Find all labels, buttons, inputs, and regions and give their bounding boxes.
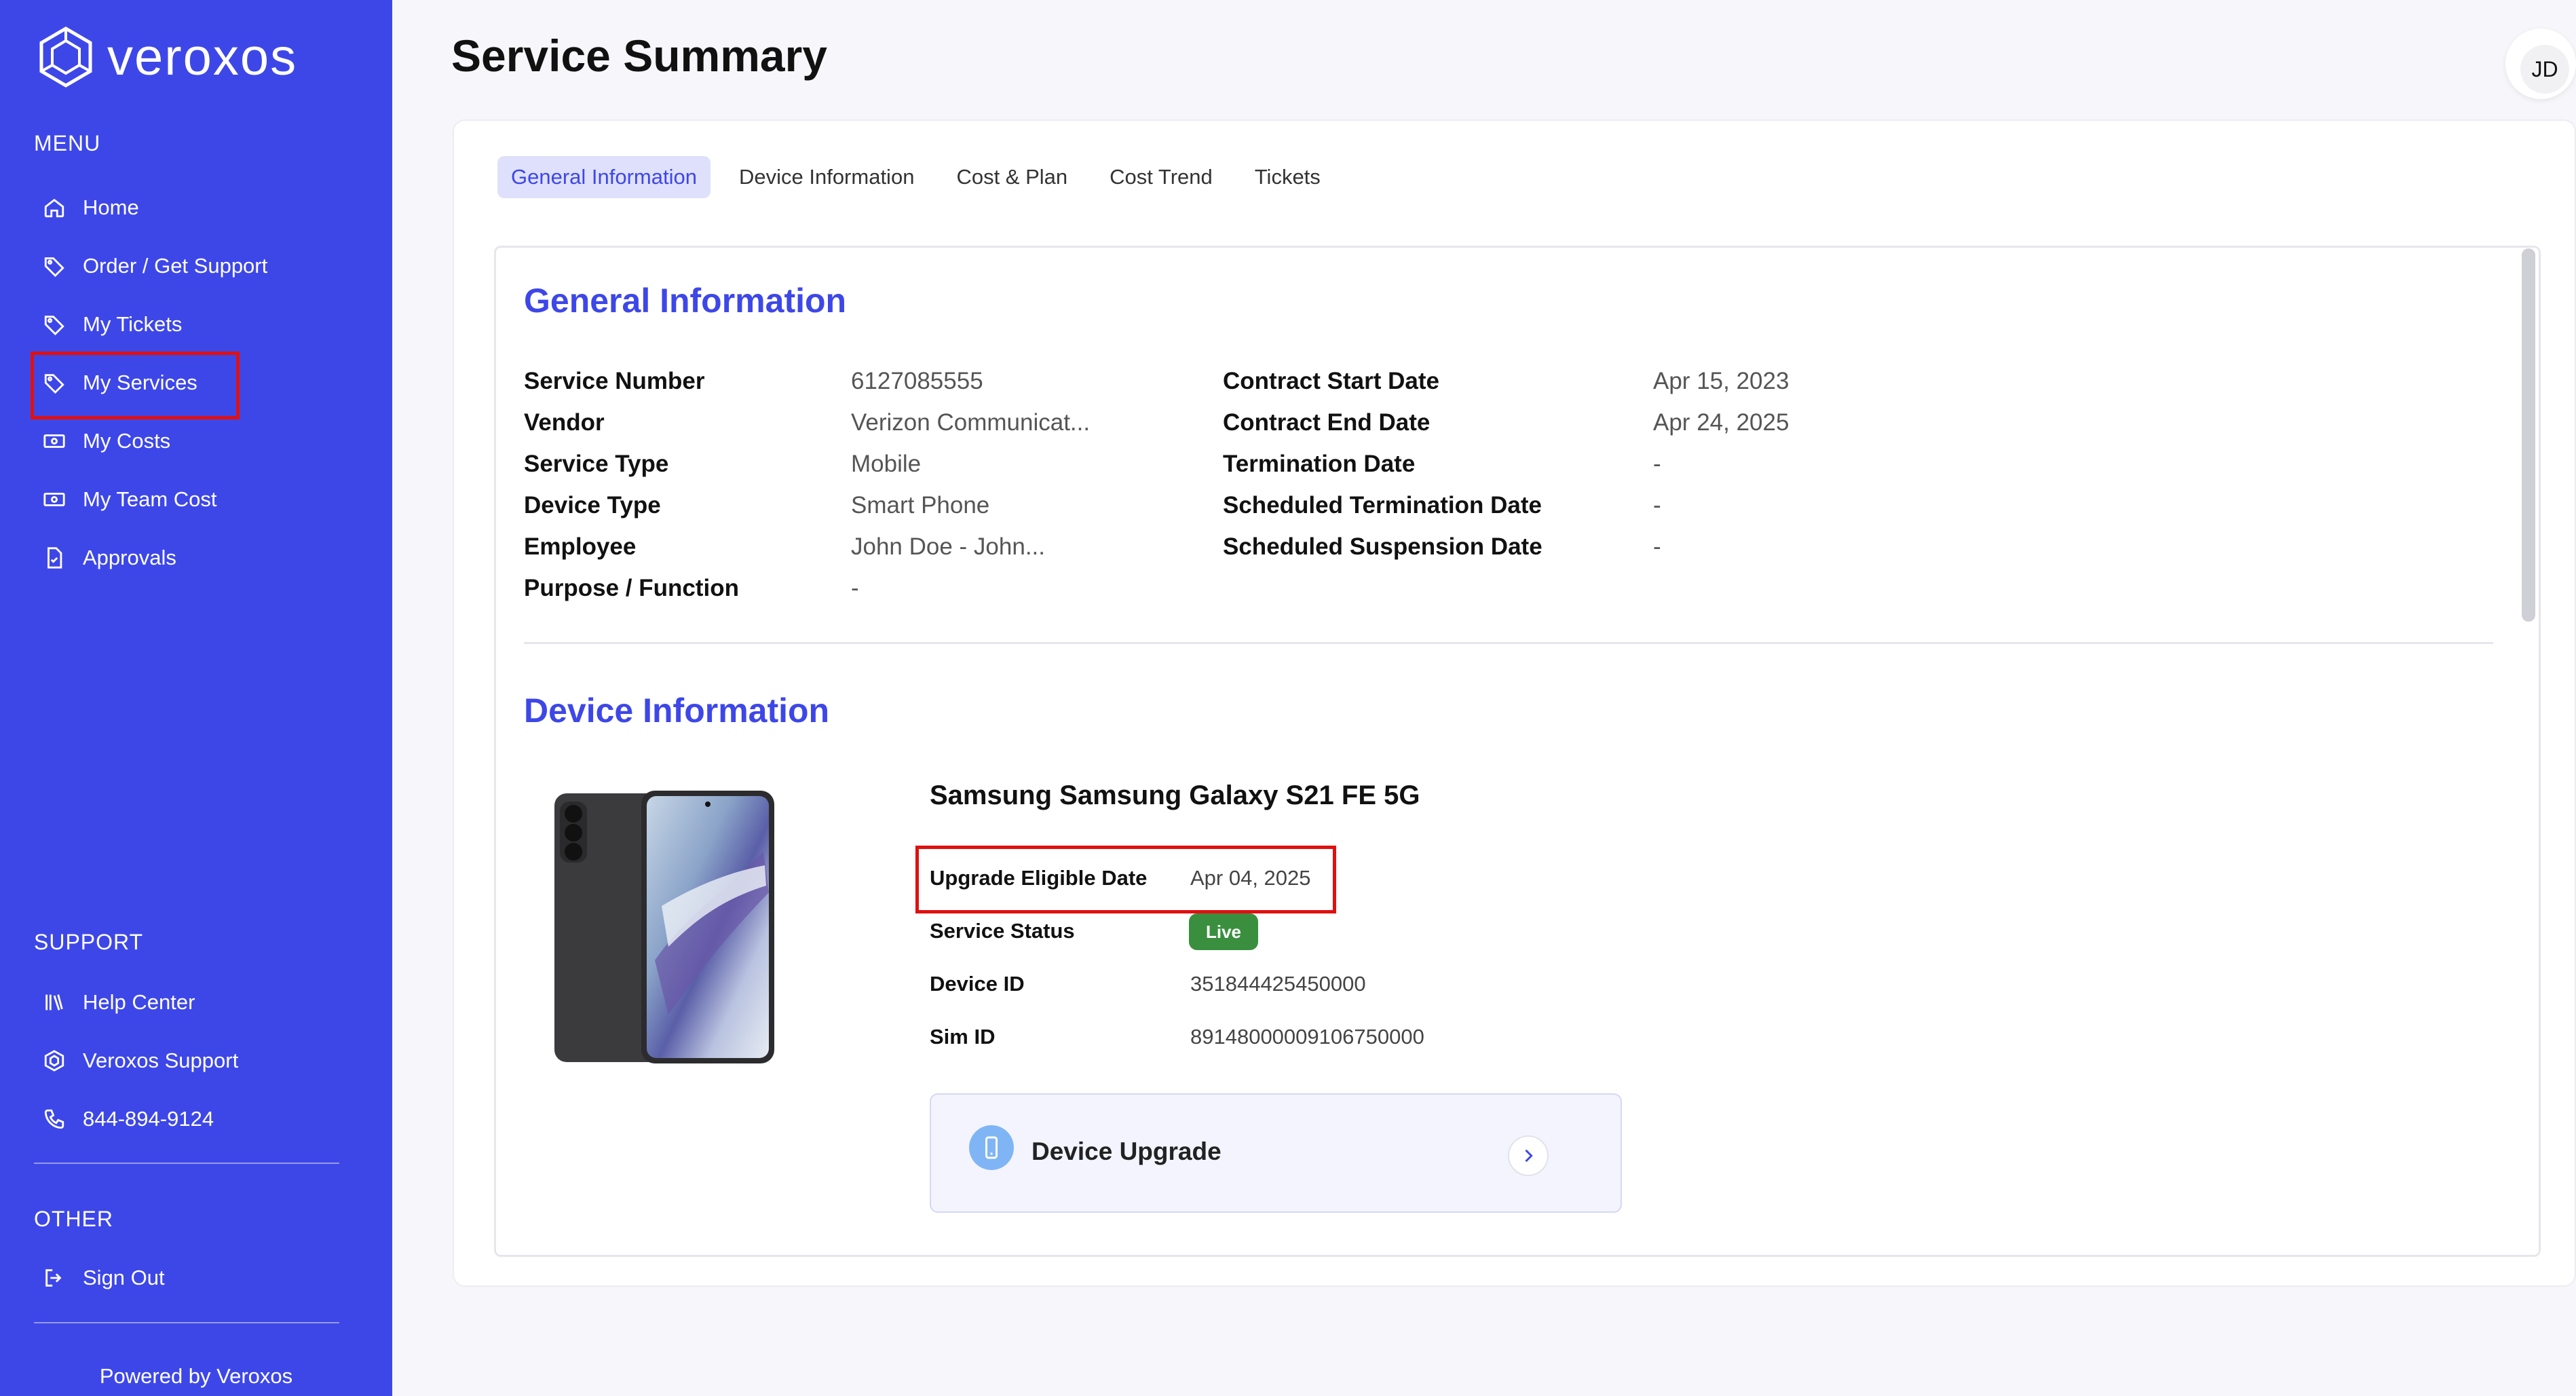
scheduled-suspension-date-label: Scheduled Suspension Date (1223, 533, 1542, 560)
document-icon (41, 544, 68, 571)
device-id-label: Device ID (930, 972, 1025, 996)
service-type-value: Mobile (851, 451, 922, 477)
device-id-value: 351844425450000 (1190, 972, 1366, 996)
tab-bar: General Information Device Information C… (497, 156, 1349, 198)
termination-date-value: - (1653, 451, 1661, 477)
sidebar-item-veroxos-support[interactable]: Veroxos Support (41, 1038, 238, 1084)
vendor-value: Verizon Communicat... (851, 409, 1091, 436)
scrollbar[interactable] (2522, 248, 2535, 622)
logo[interactable]: veroxos (38, 26, 297, 88)
device-upgrade-label: Device Upgrade (1031, 1137, 1221, 1165)
tag-icon (41, 252, 68, 280)
menu-section-title: MENU (34, 131, 101, 155)
home-icon (41, 194, 68, 221)
sidebar: veroxos MENU Home Order / Get Support My… (0, 0, 392, 1396)
powered-by: Powered by Veroxos (99, 1364, 293, 1388)
contract-end-date-value: Apr 24, 2025 (1653, 409, 1789, 436)
sidebar-item-label: Approvals (83, 546, 176, 569)
purpose-function-value: - (851, 575, 859, 601)
device-type-value: Smart Phone (851, 492, 990, 518)
sidebar-item-home[interactable]: Home (41, 185, 139, 231)
vendor-label: Vendor (524, 409, 605, 436)
contract-start-date-label: Contract Start Date (1223, 368, 1439, 394)
service-number-label: Service Number (524, 368, 705, 394)
phone-icon (41, 1106, 68, 1133)
page-title: Service Summary (451, 31, 828, 81)
money-icon (41, 428, 68, 455)
my-services-highlight (31, 352, 240, 419)
upgrade-eligible-highlight (915, 846, 1336, 913)
sign-out-icon (41, 1264, 68, 1291)
sidebar-divider (34, 1163, 339, 1164)
device-upgrade-card[interactable]: Device Upgrade (930, 1093, 1622, 1213)
tab-cost-plan[interactable]: Cost & Plan (943, 156, 1081, 198)
avatar-initials: JD (2520, 45, 2569, 94)
scheduled-suspension-date-value: - (1653, 533, 1661, 560)
sidebar-item-label: 844-894-9124 (83, 1107, 214, 1131)
sidebar-item-label: Sign Out (83, 1266, 165, 1289)
tag-icon (41, 311, 68, 338)
service-type-label: Service Type (524, 451, 669, 477)
sim-id-label: Sim ID (930, 1025, 996, 1049)
sidebar-item-order-support[interactable]: Order / Get Support (41, 243, 267, 289)
device-information-heading: Device Information (524, 692, 830, 730)
tab-general-information[interactable]: General Information (497, 156, 711, 198)
contract-start-date-value: Apr 15, 2023 (1653, 368, 1789, 394)
sidebar-item-my-team-cost[interactable]: My Team Cost (41, 476, 217, 523)
sidebar-item-label: My Tickets (83, 312, 183, 336)
chevron-right-icon[interactable] (1508, 1135, 1549, 1176)
library-icon (41, 989, 68, 1016)
sidebar-item-label: Order / Get Support (83, 254, 268, 278)
contract-end-date-label: Contract End Date (1223, 409, 1431, 436)
sidebar-item-phone[interactable]: 844-894-9124 (41, 1096, 214, 1142)
purpose-function-label: Purpose / Function (524, 575, 739, 601)
scheduled-termination-date-label: Scheduled Termination Date (1223, 492, 1542, 518)
section-divider (524, 642, 2493, 644)
mobile-phone-icon (969, 1125, 1014, 1170)
avatar[interactable]: JD (2505, 29, 2576, 99)
sidebar-item-label: My Team Cost (83, 487, 217, 511)
other-section-title: OTHER (34, 1207, 113, 1231)
tab-device-information[interactable]: Device Information (725, 156, 928, 198)
sidebar-item-label: Veroxos Support (83, 1049, 239, 1072)
sidebar-item-label: Home (83, 195, 139, 219)
sidebar-item-label: Help Center (83, 990, 195, 1014)
support-section-title: SUPPORT (34, 930, 144, 954)
tab-cost-trend[interactable]: Cost Trend (1096, 156, 1226, 198)
service-status-label: Service Status (930, 919, 1075, 943)
employee-value: John Doe - John... (851, 533, 1045, 560)
sidebar-item-sign-out[interactable]: Sign Out (41, 1255, 165, 1301)
logo-text: veroxos (107, 28, 298, 86)
money-icon (41, 486, 68, 513)
tab-tickets[interactable]: Tickets (1241, 156, 1334, 198)
sim-id-value: 89148000009106750000 (1190, 1025, 1424, 1049)
sidebar-item-help-center[interactable]: Help Center (41, 979, 195, 1025)
status-badge: Live (1189, 913, 1258, 950)
phone-image (554, 791, 774, 1063)
scheduled-termination-date-value: - (1653, 492, 1661, 518)
sidebar-item-my-tickets[interactable]: My Tickets (41, 301, 182, 347)
sidebar-divider (34, 1322, 339, 1323)
device-name: Samsung Samsung Galaxy S21 FE 5G (930, 780, 1420, 810)
logo-hexagon-icon (39, 26, 92, 88)
general-information-heading: General Information (524, 282, 847, 320)
sidebar-item-approvals[interactable]: Approvals (41, 535, 176, 581)
sidebar-item-my-costs[interactable]: My Costs (41, 418, 170, 464)
sidebar-item-label: My Costs (83, 429, 171, 453)
employee-label: Employee (524, 533, 637, 560)
device-type-label: Device Type (524, 492, 661, 518)
termination-date-label: Termination Date (1223, 451, 1416, 477)
hexagon-icon (41, 1047, 68, 1074)
service-number-value: 6127085555 (851, 368, 983, 394)
